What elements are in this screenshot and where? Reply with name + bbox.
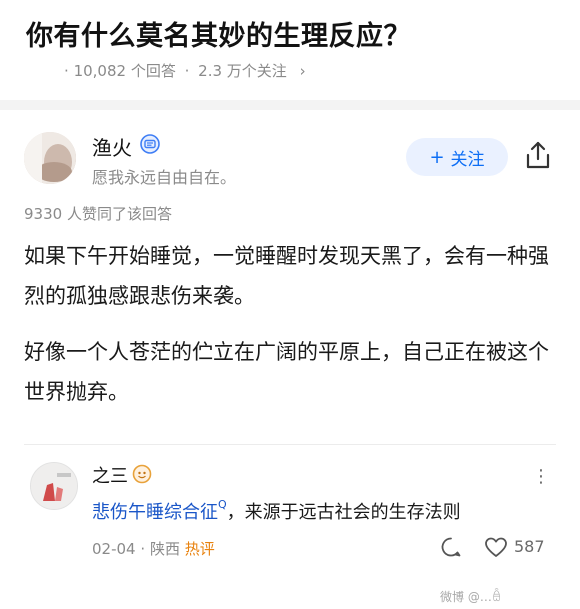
answer-paragraph: 如果下午开始睡觉，一觉睡醒时发现天黑了，会有一种强烈的孤独感跟悲伤来袭。 bbox=[24, 244, 549, 308]
comment-date: 02-04 bbox=[92, 540, 136, 558]
answer-card: 渔火 愿我永远自由自在。 + 关注 9330 人赞同了该回答 如果下午开始睡觉，… bbox=[0, 110, 580, 440]
upvote-summary: 9330 人赞同了该回答 bbox=[24, 205, 172, 223]
watermark: 微博 @…ꎁ bbox=[440, 590, 502, 604]
commenter-avatar[interactable] bbox=[30, 462, 78, 510]
comment-item: 之三 ⋮ 悲伤午睡综合征Q，来源于远古社会的生存法则 02-04 · 陕西 热评… bbox=[0, 452, 580, 592]
verified-badge-icon bbox=[140, 134, 160, 154]
chevron-right-icon: › bbox=[299, 62, 306, 80]
comment-location: 陕西 bbox=[149, 540, 180, 558]
stats-dot: · bbox=[64, 62, 69, 80]
question-header: 你有什么莫名其妙的生理反应？ · 10,082 个回答 · 2.3 万个关注 › bbox=[0, 0, 580, 100]
section-divider bbox=[0, 100, 580, 110]
avatar-image bbox=[24, 132, 76, 184]
answer-paragraph: 好像一个人苍茫的伫立在广阔的平原上，自己正在被这个世界抛弃。 bbox=[24, 340, 549, 404]
comment-text: 悲伤午睡综合征Q，来源于远古社会的生存法则 bbox=[92, 498, 461, 524]
reply-icon[interactable] bbox=[440, 536, 462, 558]
question-title[interactable]: 你有什么莫名其妙的生理反应？ bbox=[26, 14, 411, 53]
follow-label: 关注 bbox=[450, 149, 485, 170]
comment-body: ，来源于远古社会的生存法则 bbox=[226, 502, 461, 523]
like-heart-icon[interactable] bbox=[484, 536, 508, 558]
commenter-name[interactable]: 之三 bbox=[92, 462, 128, 488]
commenter-avatar-image bbox=[31, 463, 77, 509]
comment-divider bbox=[24, 444, 556, 445]
author-avatar[interactable] bbox=[24, 132, 76, 184]
follower-count: 2.3 万个关注 bbox=[198, 62, 287, 80]
question-stats[interactable]: · 10,082 个回答 · 2.3 万个关注 › bbox=[64, 60, 306, 81]
stats-separator: · bbox=[184, 62, 190, 80]
plus-icon: + bbox=[429, 146, 445, 168]
hot-comment-badge: 热评 bbox=[184, 540, 215, 558]
comment-meta: 02-04 · 陕西 热评 bbox=[92, 538, 215, 559]
more-options-icon[interactable]: ⋮ bbox=[532, 466, 550, 487]
meta-dot: · bbox=[140, 540, 146, 558]
author-bio: 愿我永远自由自在。 bbox=[92, 168, 237, 187]
follow-button[interactable]: + 关注 bbox=[406, 138, 508, 176]
level-badge-icon bbox=[132, 464, 152, 484]
author-name[interactable]: 渔火 bbox=[92, 132, 132, 161]
like-count: 587 bbox=[514, 537, 545, 556]
answer-count: 10,082 个回答 bbox=[73, 62, 176, 80]
search-link[interactable]: 悲伤午睡综合征 bbox=[92, 502, 218, 523]
share-icon[interactable] bbox=[524, 140, 552, 170]
search-mark-icon: Q bbox=[218, 498, 227, 511]
